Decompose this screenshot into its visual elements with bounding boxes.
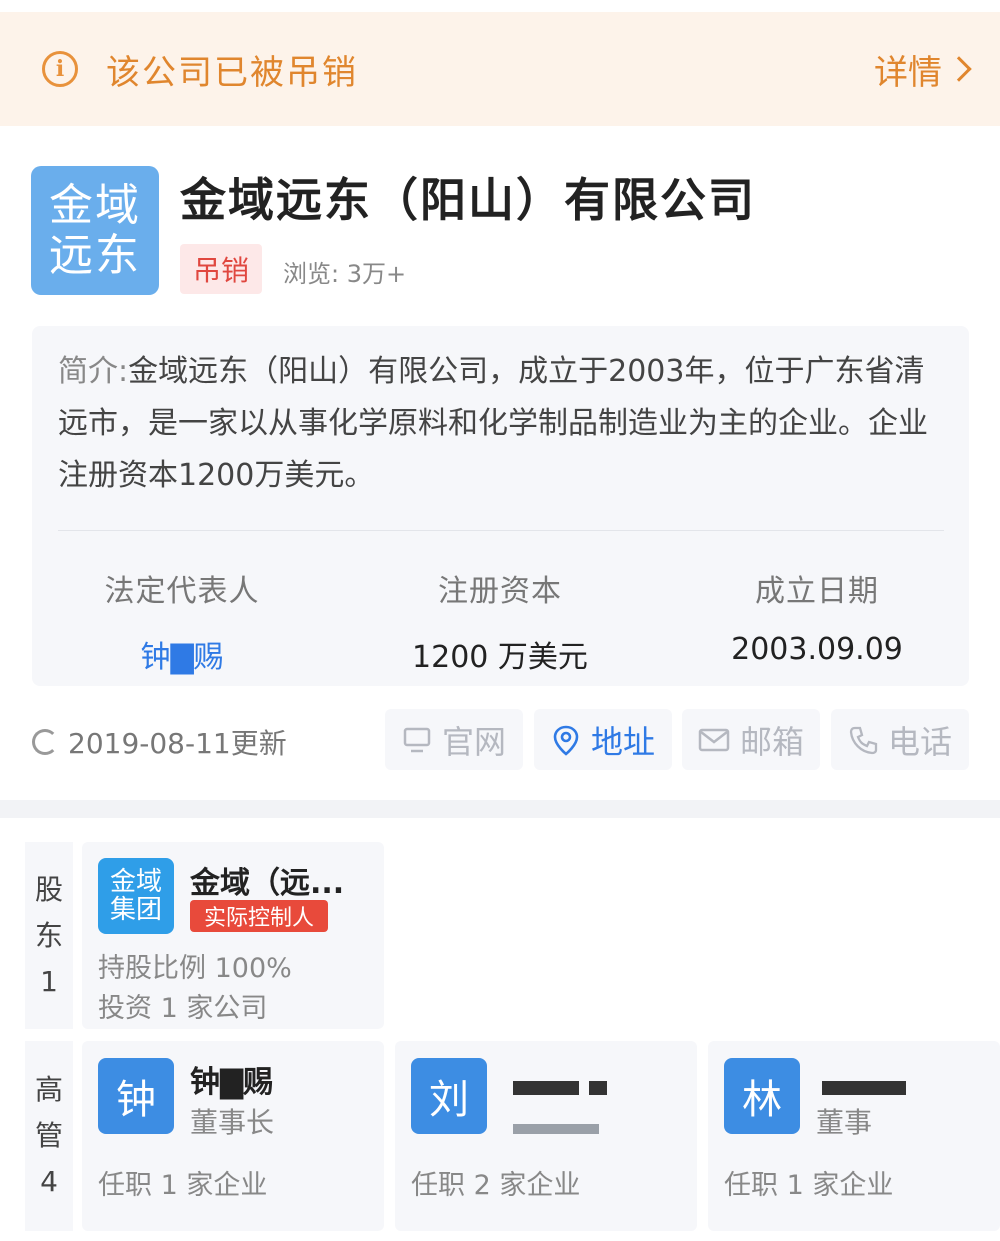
section-separator: [0, 800, 1000, 818]
shareholder-logo: 金域 集团: [98, 858, 174, 934]
side-label-char: 管: [34, 1119, 63, 1152]
company-logo-line1: 金域: [49, 179, 141, 231]
stat-label: 法定代表人: [104, 574, 260, 609]
side-label-char: 股: [34, 872, 63, 906]
executive-avatar: 林: [724, 1058, 800, 1134]
divider: [58, 530, 944, 531]
executive-role: 董事长: [190, 1106, 275, 1139]
info-icon: i: [42, 51, 78, 87]
company-logo-line2: 远东: [49, 229, 141, 281]
address-label: 地址: [590, 722, 655, 761]
executive-role-redacted: [513, 1111, 599, 1144]
executive-card[interactable]: 刘 任职 2 家企业: [395, 1041, 697, 1231]
stat-founded-date: 成立日期 2003.09.09: [667, 566, 967, 667]
executive-posts: 任职 1 家企业: [724, 1170, 894, 1201]
location-pin-icon: [553, 725, 579, 756]
executive-card[interactable]: 林 董事 任职 1 家企业: [708, 1041, 1000, 1231]
legal-representative-link[interactable]: 钟▇赐: [32, 632, 332, 676]
side-label-char: 东: [34, 918, 63, 952]
executive-card[interactable]: 钟 钟▇赐 董事长 任职 1 家企业: [82, 1041, 384, 1231]
actual-controller-badge: 实际控制人: [190, 900, 328, 932]
stat-value: 2003.09.09: [731, 632, 903, 667]
side-label-char: 高: [34, 1073, 63, 1106]
executive-name: 钟▇赐: [190, 1065, 274, 1100]
website-label: 官网: [441, 722, 506, 761]
shareholder-count: 1: [40, 964, 58, 998]
notice-detail-link[interactable]: 详情: [874, 45, 972, 94]
intro-label: 简介:: [58, 354, 129, 389]
stat-label: 成立日期: [755, 574, 879, 609]
shareholder-name: 金域（远...: [190, 866, 345, 901]
intro-paragraph[interactable]: 简介:金域远东（阳山）有限公司，成立于2003年，位于广东省清远市，是一家以从事…: [58, 346, 938, 502]
shareholder-logo-line2: 集团: [109, 895, 162, 925]
executives-side-label: 高 管 4: [25, 1041, 73, 1231]
mail-icon: [698, 728, 730, 751]
company-intro-card: 简介:金域远东（阳山）有限公司，成立于2003年，位于广东省清远市，是一家以从事…: [32, 326, 969, 686]
update-info: 2019-08-11更新: [32, 722, 287, 762]
address-button[interactable]: 地址: [534, 709, 672, 770]
executive-name-redacted: [822, 1069, 906, 1104]
shareholding-ratio: 持股比例 100%: [98, 953, 292, 984]
executive-avatar: 钟: [98, 1058, 174, 1134]
shareholder-card[interactable]: 金域 集团 金域（远... 实际控制人 持股比例 100% 投资 1 家公司: [82, 842, 384, 1029]
chevron-right-icon: [946, 56, 972, 82]
monitor-icon: [403, 727, 431, 752]
stat-value: 1200 万美元: [412, 640, 588, 675]
investment-count: 投资 1 家公司: [98, 993, 268, 1024]
phone-button[interactable]: 电话: [831, 709, 969, 770]
revoked-notice-bar[interactable]: i 该公司已被吊销 详情: [0, 12, 1000, 126]
status-badge: 吊销: [180, 244, 262, 294]
company-logo: 金域 远东: [31, 166, 159, 295]
refresh-icon: [32, 729, 58, 755]
phone-icon: [849, 726, 878, 754]
shareholder-logo-line1: 金域: [109, 867, 162, 897]
notice-detail-label: 详情: [874, 52, 942, 93]
email-label: 邮箱: [739, 722, 804, 761]
executive-posts: 任职 2 家企业: [411, 1170, 581, 1201]
executive-name-redacted: [513, 1069, 608, 1104]
executive-count: 4: [40, 1165, 58, 1198]
email-button[interactable]: 邮箱: [682, 709, 820, 770]
update-text: 2019-08-11更新: [68, 727, 287, 760]
company-name: 金域远东（阳山）有限公司: [180, 173, 756, 227]
executive-avatar: 刘: [411, 1058, 487, 1134]
stat-label: 注册资本: [438, 574, 562, 609]
notice-text: 该公司已被吊销: [106, 52, 358, 93]
website-button[interactable]: 官网: [385, 709, 523, 770]
executive-role: 董事: [816, 1106, 873, 1139]
phone-label: 电话: [887, 722, 952, 761]
stat-legal-representative: 法定代表人 钟▇赐: [32, 566, 332, 676]
shareholders-side-label: 股 东 1: [25, 842, 73, 1029]
intro-text: 金域远东（阳山）有限公司，成立于2003年，位于广东省清远市，是一家以从事化学原…: [58, 354, 928, 493]
stat-registered-capital: 注册资本 1200 万美元: [350, 566, 650, 676]
view-count: 浏览: 3万+: [283, 260, 407, 288]
executive-posts: 任职 1 家企业: [98, 1170, 268, 1201]
